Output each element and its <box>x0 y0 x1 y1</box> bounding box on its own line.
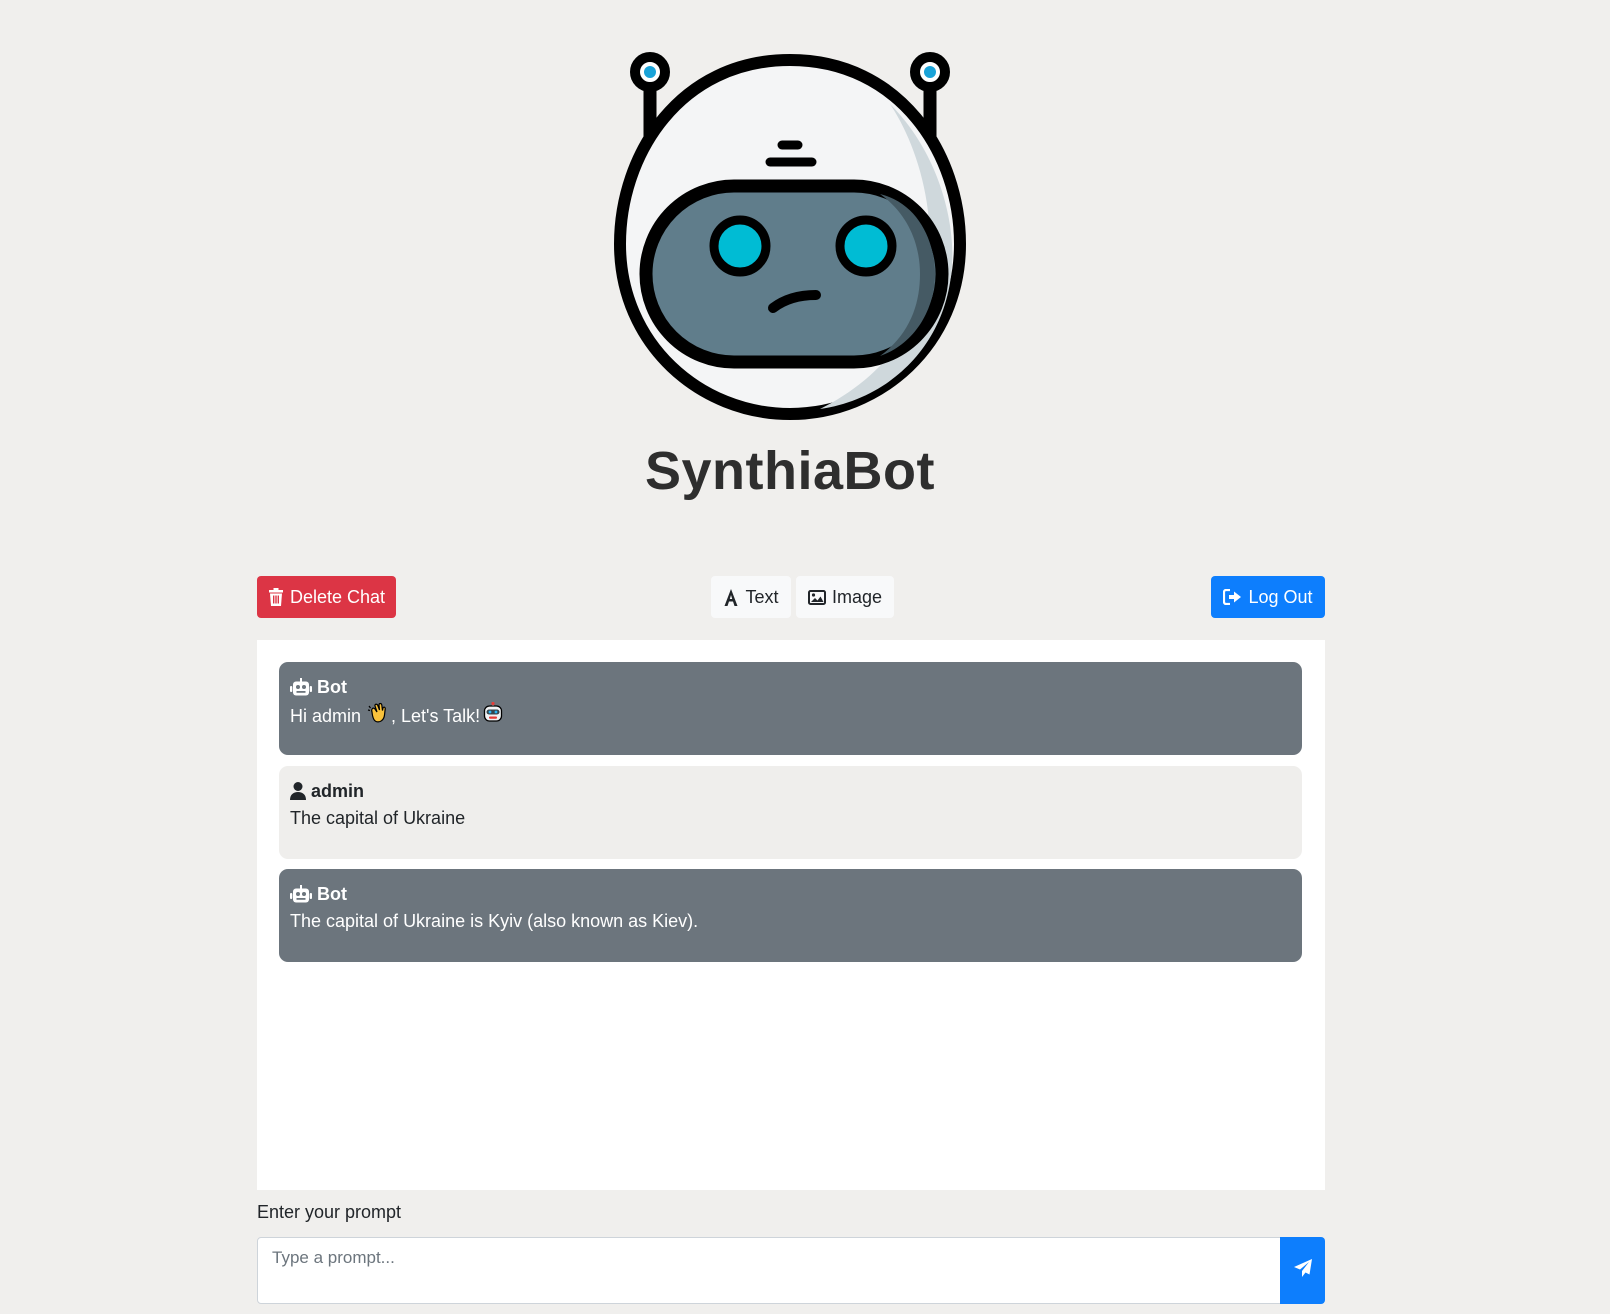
robot-face-emoji-icon <box>482 701 504 730</box>
robot-logo-icon <box>590 44 990 434</box>
text-mode-label: Text <box>745 586 779 607</box>
delete-chat-label: Delete Chat <box>289 586 386 607</box>
image-mode-button[interactable]: Image <box>796 576 894 618</box>
robot-icon <box>290 678 312 696</box>
image-icon <box>807 589 826 605</box>
robot-icon <box>290 885 312 903</box>
chat-message-user: admin The capital of Ukraine <box>279 766 1302 859</box>
font-icon <box>723 588 739 606</box>
log-out-label: Log Out <box>1248 586 1313 607</box>
message-sender: admin <box>311 780 365 801</box>
message-text: The capital of Ukraine is Kyiv (also kno… <box>290 911 699 931</box>
message-text-suffix: , Let's Talk! <box>391 706 481 726</box>
log-out-button[interactable]: Log Out <box>1211 576 1325 618</box>
delete-chat-button[interactable]: Delete Chat <box>257 576 396 618</box>
app-title: SynthiaBot <box>644 441 935 501</box>
prompt-input[interactable] <box>257 1237 1281 1304</box>
trash-icon <box>268 588 284 606</box>
waving-hand-emoji-icon <box>367 702 389 730</box>
paper-plane-icon <box>1293 1258 1313 1283</box>
message-text: The capital of Ukraine <box>290 808 466 828</box>
sign-out-icon <box>1223 589 1242 605</box>
message-sender: Bot <box>317 883 347 904</box>
user-icon <box>290 782 306 800</box>
text-mode-button[interactable]: Text <box>711 576 791 618</box>
chat-panel[interactable]: Bot Hi admin , Let's Talk! admin The cap… <box>257 640 1325 1190</box>
message-sender: Bot <box>317 676 347 697</box>
chat-message-bot: Bot Hi admin , Let's Talk! <box>279 662 1302 755</box>
prompt-label: Enter your prompt <box>257 1202 402 1222</box>
message-text: Hi admin <box>290 706 362 726</box>
send-button[interactable] <box>1280 1237 1325 1304</box>
chat-message-bot: Bot The capital of Ukraine is Kyiv (also… <box>279 869 1302 962</box>
image-mode-label: Image <box>831 586 883 607</box>
